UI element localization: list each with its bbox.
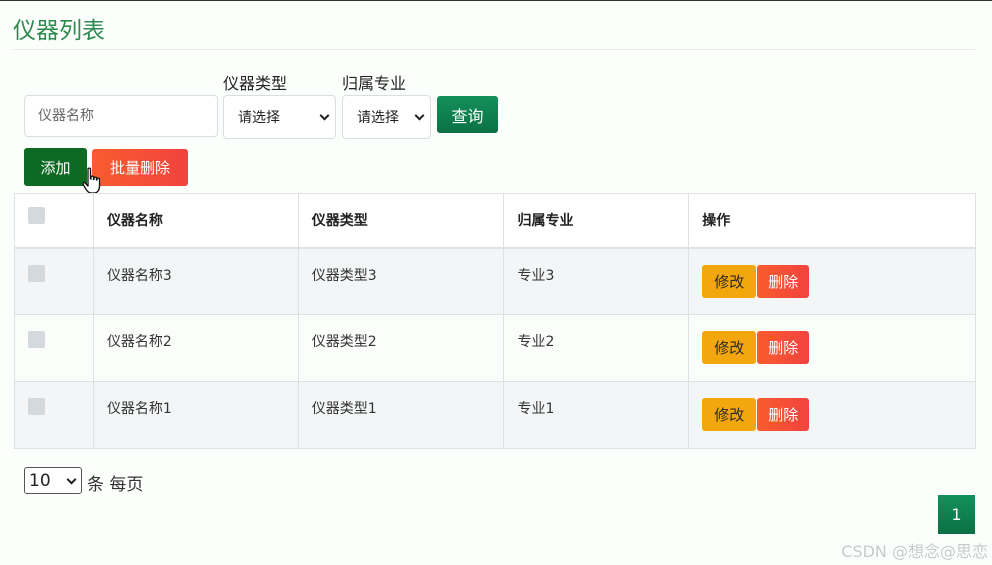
watermark: CSDN @想念@思恋 — [841, 542, 988, 561]
chevron-down-icon — [66, 474, 77, 485]
delete-button[interactable]: 删除 — [757, 331, 810, 364]
delete-button[interactable]: 删除 — [757, 264, 810, 298]
chevron-down-icon — [414, 110, 425, 121]
edit-button[interactable]: 修改 — [702, 398, 757, 431]
row-checkbox[interactable] — [28, 264, 45, 282]
major-select[interactable]: 请选择 — [342, 95, 431, 139]
page-button-current[interactable]: 1 — [938, 495, 975, 534]
type-select[interactable]: 请选择 — [223, 95, 336, 139]
instrument-name-input[interactable] — [24, 95, 218, 137]
page-size-select[interactable]: 10 — [24, 467, 82, 494]
cell-type: 仪器类型2 — [297, 314, 505, 382]
major-filter-label: 归属专业 — [342, 74, 407, 93]
cell-major: 专业2 — [503, 314, 690, 382]
type-select-value: 请选择 — [238, 110, 280, 126]
table-row: 仪器名称1 仪器类型1 专业1 修改 删除 — [14, 381, 976, 449]
add-button[interactable]: 添加 — [24, 148, 87, 186]
page-size-value: 10 — [29, 470, 51, 491]
cell-major: 专业3 — [503, 247, 690, 315]
cell-major: 专业1 — [503, 381, 690, 449]
page-title: 仪器列表 — [13, 18, 105, 44]
edit-button[interactable]: 修改 — [702, 331, 757, 364]
per-page-label: 条 每页 — [87, 475, 144, 495]
cell-type: 仪器类型3 — [297, 247, 505, 315]
cell-name: 仪器名称2 — [92, 314, 299, 382]
column-header-type: 仪器类型 — [297, 193, 505, 249]
table-header-row: 仪器名称 仪器类型 归属专业 操作 — [14, 193, 976, 249]
cell-name: 仪器名称1 — [92, 381, 299, 449]
table-row: 仪器名称3 仪器类型3 专业3 修改 删除 — [14, 247, 976, 315]
delete-button[interactable]: 删除 — [757, 398, 810, 431]
table-row: 仪器名称2 仪器类型2 专业2 修改 删除 — [14, 314, 976, 382]
row-checkbox[interactable] — [28, 398, 45, 415]
hand-pointer-icon — [82, 167, 101, 194]
row-checkbox[interactable] — [28, 331, 45, 348]
query-button[interactable]: 查询 — [437, 96, 498, 133]
select-all-cell — [14, 193, 94, 249]
title-divider — [13, 49, 975, 50]
cell-actions: 修改 删除 — [688, 247, 976, 315]
type-filter-label: 仪器类型 — [223, 74, 288, 93]
column-header-actions: 操作 — [688, 193, 976, 249]
column-header-name: 仪器名称 — [92, 193, 299, 249]
edit-button[interactable]: 修改 — [702, 264, 757, 298]
cell-actions: 修改 删除 — [688, 314, 976, 382]
major-select-value: 请选择 — [357, 110, 399, 126]
select-all-checkbox[interactable] — [28, 207, 45, 225]
cell-actions: 修改 删除 — [688, 381, 976, 449]
instrument-table: 仪器名称 仪器类型 归属专业 操作 仪器名称3 仪器类型3 专业3 修改 删除 仪… — [14, 193, 976, 449]
cell-name: 仪器名称3 — [92, 247, 299, 315]
column-header-major: 归属专业 — [503, 193, 690, 249]
cell-type: 仪器类型1 — [297, 381, 505, 449]
chevron-down-icon — [319, 110, 330, 121]
batch-delete-button[interactable]: 批量删除 — [92, 149, 188, 186]
